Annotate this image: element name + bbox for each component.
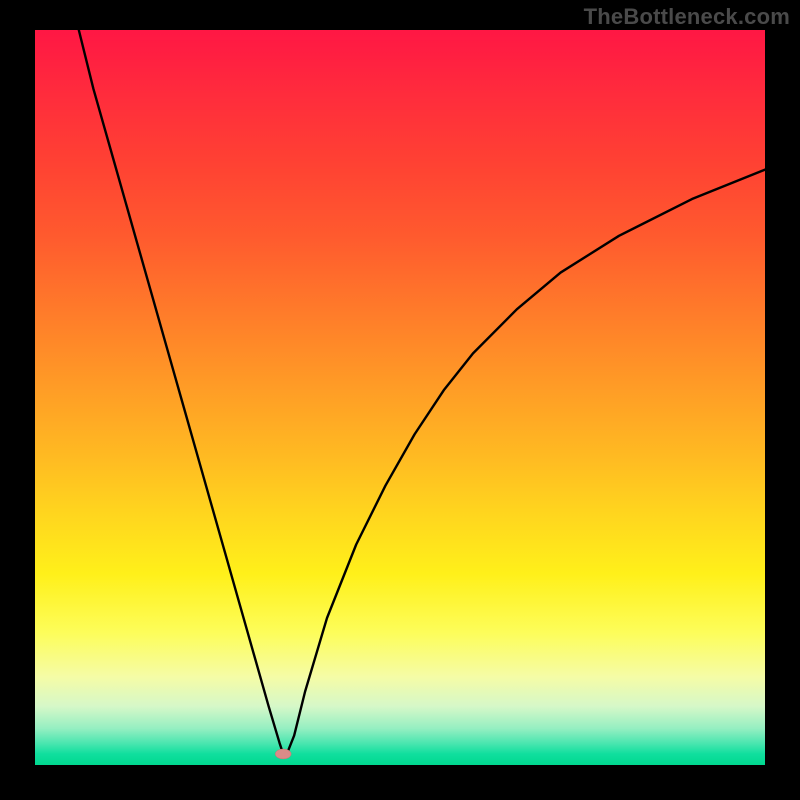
minimum-marker [275,749,291,759]
plot-area [35,30,765,765]
watermark-text: TheBottleneck.com [584,4,790,30]
curve-svg [35,30,765,765]
chart-frame: TheBottleneck.com [0,0,800,800]
bottleneck-curve [79,30,765,754]
